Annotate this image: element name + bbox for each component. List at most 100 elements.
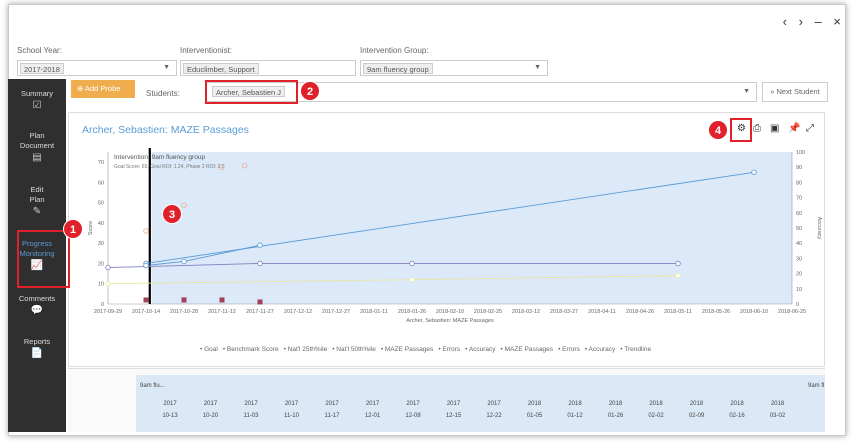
data-point-benchmark-score [105,264,111,271]
y-tick-label: 20 [98,261,104,267]
annotation-box-student [205,80,298,104]
sidebar-item-comments[interactable]: Comments 💬 [8,294,66,316]
date-day-cell: 12-15 [445,413,462,419]
school-year-select[interactable]: 2017-2018 ▼ [17,60,177,76]
x-tick-label: 2018-05-26 [702,309,730,315]
date-day-cell: 12-22 [486,413,502,419]
y-tick-label: 30 [98,241,104,247]
y2-tick-label: 10 [796,287,802,293]
add-probe-button[interactable]: ⊕ Add Probe [71,80,135,98]
date-year-cell: 2018 [527,401,542,407]
students-label: Students: [146,89,180,98]
sidebar-item-label: Plan Document [19,131,55,150]
intervention-group-select[interactable]: 9am fluency group ▼ [360,60,548,76]
date-day-cell: 10-20 [202,413,219,419]
next-student-label: Next Student [776,87,820,96]
data-point-goal [751,169,757,175]
date-day-cell: 12-08 [405,413,421,419]
y2-tick-label: 60 [796,211,802,217]
pin-icon[interactable]: 📌 [788,123,800,134]
chevron-down-icon[interactable]: ▼ [163,64,170,71]
group-label-right: 9am fl [808,383,825,389]
x-tick-label: 2018-04-26 [626,309,654,315]
sidebar-item-edit-plan[interactable]: Edit Plan ✎ [8,185,66,217]
sidebar-item-reports[interactable]: Reports 📄 [8,337,66,359]
legend-item[interactable]: • Goal [200,346,218,353]
data-point-nat-l-25th-ile [409,276,415,283]
interventionist-tag[interactable]: Educlimber, Support [183,63,259,74]
check-square-icon: ☑ [32,100,42,111]
legend-item[interactable]: • MAZE Passages [501,346,554,353]
date-year-cell: 2017 [406,401,420,407]
date-year-cell: 2018 [649,401,663,407]
legend-item[interactable]: • Nat'l 50th%ile [332,346,376,353]
y2-tick-label: 50 [796,226,802,232]
data-point-nat-l-25th-ile [675,272,681,279]
y2-tick-label: 70 [796,196,802,202]
y-tick-label: 70 [98,160,104,166]
y-tick-label: 10 [98,282,104,288]
x-tick-label: 2017-11-12 [208,309,236,315]
data-point-accuracy [143,228,149,234]
y2-axis-label: Accuracy [816,217,822,240]
intervention-group-label: Intervention Group: [360,46,429,55]
annotation-box-progress [17,230,70,288]
errors-point [257,299,263,305]
legend-item[interactable]: • Errors [438,346,460,353]
date-year-cell: 2017 [365,401,380,407]
window-controls[interactable]: ‹ › ‒ × [783,14,845,29]
y2-tick-label: 90 [796,165,802,171]
phase-shading [151,152,792,304]
x-tick-label: 2018-01-26 [398,309,426,315]
chevron-down-icon[interactable]: ▼ [743,88,750,95]
annotation-badge-4: 4 [708,120,728,140]
date-day-cell: 12-01 [364,413,381,419]
legend-item[interactable]: • Trendline [620,346,651,353]
next-student-button[interactable]: » Next Student [762,82,828,102]
data-point-benchmark-score [675,260,681,267]
y2-tick-label: 0 [796,302,799,308]
x-tick-label: 2018-04-11 [588,309,616,315]
x-tick-label: 2017-11-27 [246,309,274,315]
legend-item[interactable]: • MAZE Passages [381,346,434,353]
image-icon[interactable]: ▣ [770,123,779,134]
legend-item[interactable]: • Accuracy [585,346,615,353]
intervention-note: Intervention: 9am fluency group [114,154,205,161]
goal-note: Goal Score: 65, Goal ROI: 1.24, Phase 2 … [114,164,225,170]
y2-tick-label: 20 [796,272,802,278]
legend-item[interactable]: • Benchmark Score [223,346,279,353]
date-year-cell: 2018 [770,401,785,407]
x-axis-label: Archer, Sebastien: MAZE Passages [406,318,494,324]
legend-item[interactable]: • Errors [558,346,580,353]
date-year-cell: 2017 [325,401,339,407]
sidebar-item-label: Edit Plan [29,185,45,204]
y-tick-label: 60 [98,180,104,186]
print-icon[interactable]: ⎙ [753,123,761,134]
y2-tick-label: 40 [796,241,802,247]
date-day-cell: 01-12 [567,413,583,419]
legend-item[interactable]: • Nat'l 25th%ile [284,346,328,353]
data-point-benchmark-score [409,260,415,267]
legend-item[interactable]: • Accuracy [465,346,495,353]
x-tick-label: 2017-12-12 [284,309,312,315]
x-tick-label: 2018-06-10 [740,309,768,315]
date-day-cell: 01-05 [526,413,543,419]
data-point-nat-l-25th-ile [105,281,111,287]
chart-title: Archer, Sebastien: MAZE Passages [82,124,249,136]
school-year-label: School Year: [17,46,62,55]
x-tick-label: 2017-10-28 [170,309,198,315]
school-year-tag[interactable]: 2017-2018 [20,63,64,74]
double-chevron-right-icon: » [770,87,775,96]
sidebar-item-summary[interactable]: Summary ☑ [8,89,66,111]
chevron-down-icon[interactable]: ▼ [534,64,541,71]
progress-chart: 0 10 20 30 40 50 60 70 0 10 20 30 40 50 60 70 80 90 100 201… [88,148,822,324]
date-day-cell: 10-13 [162,413,178,419]
sidebar-item-plan-document[interactable]: Plan Document ▤ [8,131,66,163]
expand-icon[interactable]: ⤢ [806,123,814,134]
y2-tick-label: 80 [796,180,802,186]
interventionist-select[interactable]: Educlimber, Support [180,60,356,76]
x-tick-label: 2018-03-27 [550,309,578,315]
intervention-group-tag[interactable]: 9am fluency group [363,63,433,74]
report-icon: 📄 [30,348,44,359]
date-year-cell: 2018 [608,401,623,407]
